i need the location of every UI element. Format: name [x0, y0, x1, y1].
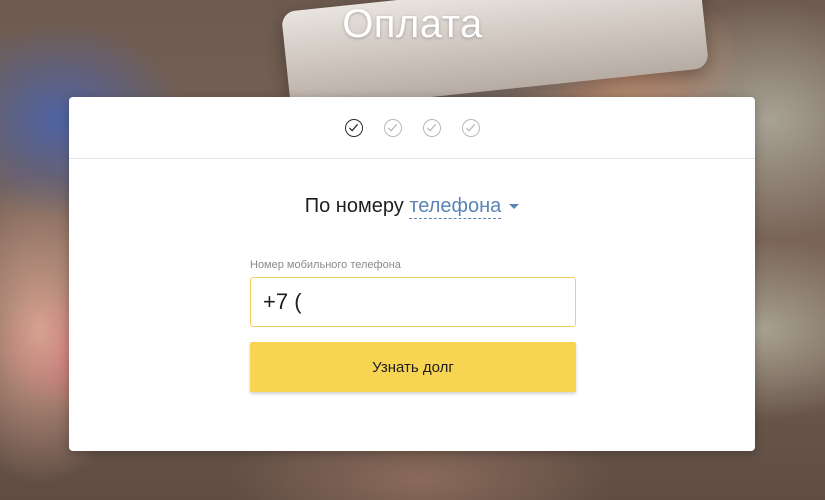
- step-3: [422, 118, 441, 137]
- phone-field-label: Номер мобильного телефона: [250, 259, 401, 271]
- phone-input[interactable]: [250, 277, 576, 327]
- method-dropdown[interactable]: телефона: [409, 195, 502, 219]
- page-title: Оплата: [342, 2, 483, 46]
- method-prefix: По номеру: [304, 195, 404, 217]
- step-1: [344, 118, 363, 137]
- step-indicator: [69, 97, 755, 159]
- step-4: [461, 118, 480, 137]
- method-selected: телефона: [409, 195, 502, 217]
- check-icon: [348, 123, 359, 132]
- check-icon: [387, 123, 398, 132]
- check-icon: [465, 123, 476, 132]
- phone-form: Номер мобильного телефона Узнать долг: [250, 259, 576, 392]
- payment-method-selector: По номеру телефона: [69, 195, 755, 219]
- payment-card: По номеру телефона Номер мобильного теле…: [69, 97, 755, 451]
- caret-down-icon[interactable]: [509, 204, 520, 210]
- step-2: [383, 118, 402, 137]
- check-debt-button[interactable]: Узнать долг: [250, 342, 576, 392]
- check-icon: [426, 123, 437, 132]
